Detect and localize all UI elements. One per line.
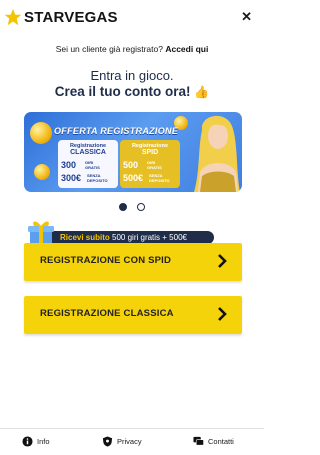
- card-heading: Registrazione CLASSICA: [69, 143, 107, 156]
- close-icon[interactable]: ✕: [241, 9, 252, 25]
- hero-line-1: Entra in gioco.: [90, 68, 174, 83]
- footer-privacy-label: Privacy: [117, 437, 142, 446]
- offer-desc-spins: GIRI GRATIS: [85, 160, 100, 170]
- footer-info-label: Info: [37, 437, 50, 446]
- offer-desc-spins: GIRI GRATIS: [147, 160, 162, 170]
- hero-line-2: Crea il tuo conto ora! 👍: [0, 84, 264, 99]
- star-icon: [4, 8, 22, 26]
- login-question: Sei un cliente già registrato?: [55, 44, 163, 54]
- coin-icon: [34, 164, 50, 180]
- offer-card-classica: Registrazione CLASSICA 300 GIRI GRATIS 30…: [58, 140, 118, 188]
- promo-offer: 500 giri gratis + 500€: [112, 233, 187, 242]
- login-prompt: Sei un cliente già registrato? Accedi qu…: [0, 44, 264, 54]
- thumbs-up-icon: 👍: [194, 85, 210, 99]
- info-icon: [22, 436, 33, 447]
- footer-contatti[interactable]: Contatti: [193, 436, 234, 447]
- promo-prefix: Ricevi subito: [60, 233, 110, 242]
- coin-icon: [30, 122, 52, 144]
- carousel-dot[interactable]: [118, 202, 127, 211]
- chevron-right-icon: [218, 307, 227, 321]
- promo-ribbon: Ricevi subito 500 giri gratis + 500€: [26, 218, 214, 246]
- footer: Info Privacy Contatti: [0, 428, 264, 455]
- promo-banner[interactable]: OFFERTA REGISTRAZIONE Registrazione CLAS…: [24, 112, 242, 192]
- hostess-illustration: [194, 115, 240, 192]
- footer-info[interactable]: Info: [22, 436, 50, 447]
- offer-card-spid: Registrazione SPID 500 GIRI GRATIS 500€ S…: [120, 140, 180, 188]
- offer-value-bonus: 300€: [61, 173, 82, 183]
- banner-title: OFFERTA REGISTRAZIONE: [54, 126, 179, 136]
- carousel-dot[interactable]: [137, 202, 146, 211]
- header: STARVEGAS ✕: [0, 0, 264, 34]
- register-spid-label: REGISTRAZIONE CON SPID: [40, 255, 172, 266]
- card-heading: Registrazione SPID: [131, 143, 169, 156]
- footer-privacy[interactable]: Privacy: [102, 436, 142, 447]
- chat-icon: [193, 436, 204, 446]
- offer-value-bonus: 500€: [123, 173, 144, 183]
- chevron-right-icon: [218, 254, 227, 268]
- shield-icon: [102, 436, 113, 447]
- offer-desc-bonus: SENZA DEPOSITO: [149, 173, 170, 183]
- register-spid-button[interactable]: REGISTRAZIONE CON SPID: [24, 243, 242, 281]
- logo[interactable]: STARVEGAS: [4, 6, 118, 28]
- register-classica-label: REGISTRAZIONE CLASSICA: [40, 308, 174, 319]
- hero-line-2-text: Crea il tuo conto ora!: [54, 84, 191, 99]
- offer-value-spins: 500: [123, 160, 139, 170]
- hero: Entra in gioco. Crea il tuo conto ora! 👍: [0, 68, 264, 99]
- brand-name: STARVEGAS: [24, 8, 118, 26]
- offer-value-spins: 300: [61, 160, 77, 170]
- footer-contatti-label: Contatti: [208, 437, 234, 446]
- carousel-dots: [0, 198, 264, 216]
- offer-desc-bonus: SENZA DEPOSITO: [87, 173, 108, 183]
- login-link[interactable]: Accedi qui: [165, 44, 208, 54]
- register-classica-button[interactable]: REGISTRAZIONE CLASSICA: [24, 296, 242, 334]
